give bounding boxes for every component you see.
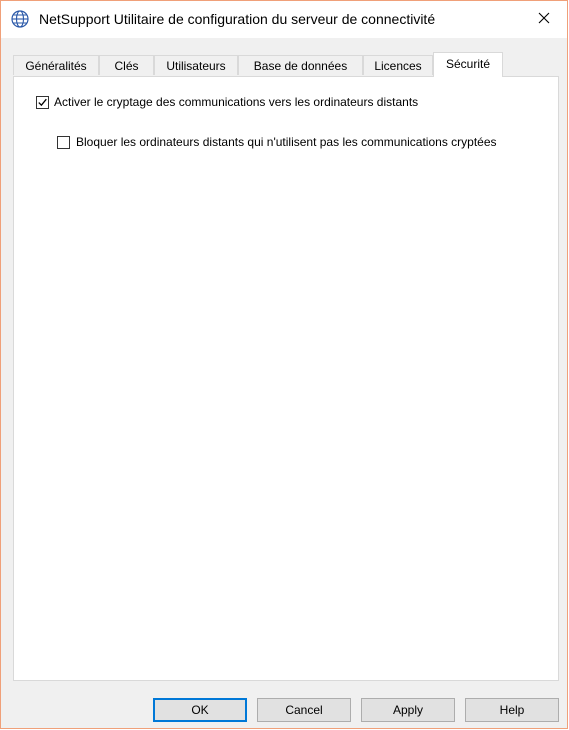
security-tab-panel: Activer le cryptage des communications v… [13,76,559,681]
tab-licences[interactable]: Licences [363,55,433,75]
tab-base-de-donnees[interactable]: Base de données [238,55,363,75]
block-unencrypted-checkbox[interactable] [57,136,70,149]
ok-button[interactable]: OK [153,698,247,722]
tab-cles[interactable]: Clés [99,55,154,75]
close-button[interactable] [521,1,567,38]
title-bar[interactable]: NetSupport Utilitaire de configuration d… [1,1,567,38]
tab-utilisateurs[interactable]: Utilisateurs [154,55,238,75]
window-title: NetSupport Utilitaire de configuration d… [39,11,436,27]
cancel-button[interactable]: Cancel [257,698,351,722]
close-icon [538,12,550,27]
tab-generalites[interactable]: Généralités [13,55,99,75]
globe-icon [11,10,29,28]
encrypt-checkbox[interactable] [36,96,49,109]
tab-securite[interactable]: Sécurité [433,52,503,77]
block-unencrypted-label[interactable]: Bloquer les ordinateurs distants qui n'u… [76,135,516,150]
checkmark-icon [38,98,47,107]
help-button[interactable]: Help [465,698,559,722]
encrypt-label[interactable]: Activer le cryptage des communications v… [54,95,418,110]
config-dialog-window: NetSupport Utilitaire de configuration d… [0,0,568,729]
apply-button[interactable]: Apply [361,698,455,722]
